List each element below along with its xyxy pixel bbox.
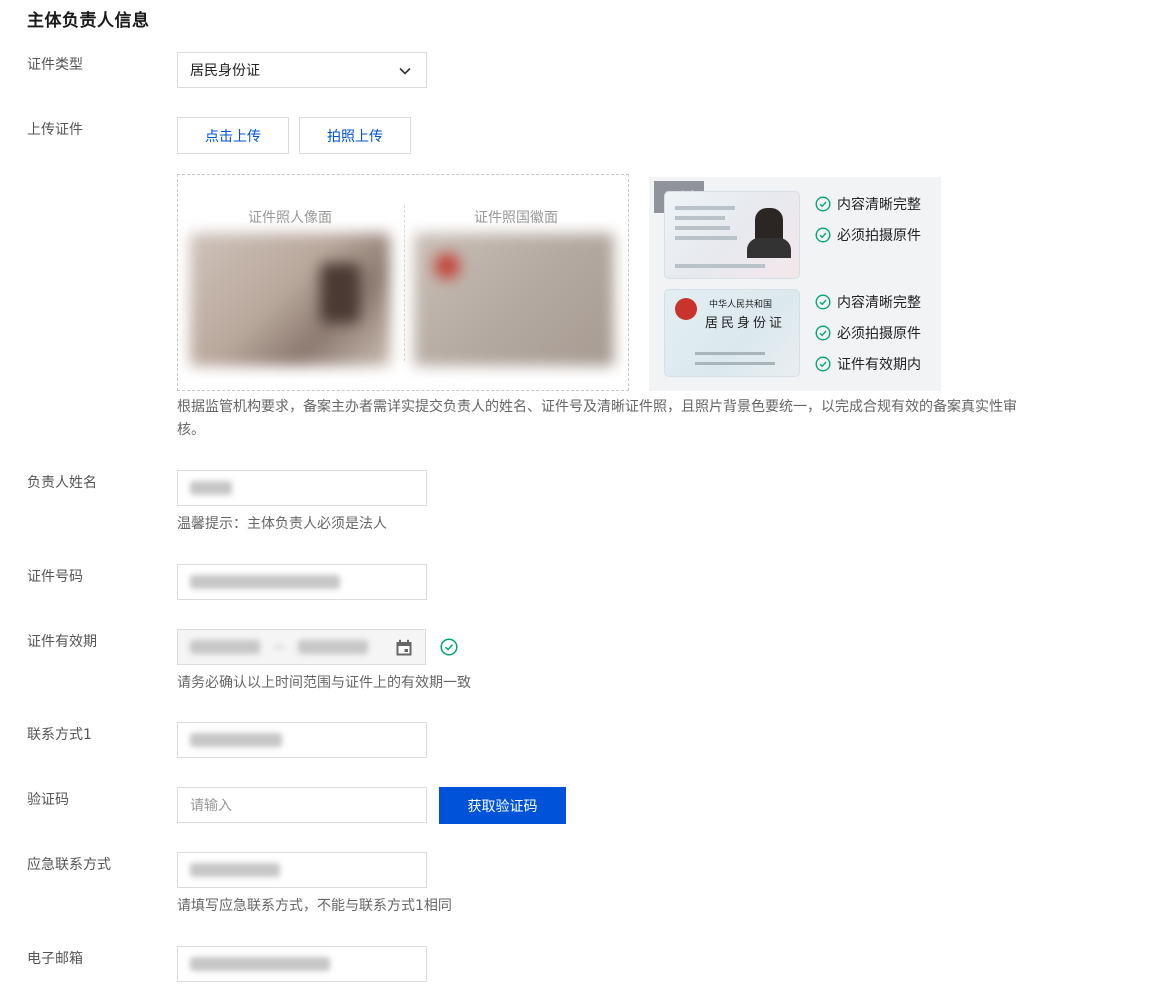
section-title: 主体负责人信息	[27, 11, 150, 31]
card-back-title: 中华人民共和国	[709, 300, 773, 310]
check-circle-icon	[815, 325, 831, 341]
check-circle-icon	[815, 227, 831, 243]
cert-number-redacted	[190, 575, 340, 589]
click-upload-button[interactable]: 点击上传	[177, 117, 289, 154]
validity-hint: 请务必确认以上时间范围与证件上的有效期一致	[177, 675, 471, 691]
verify-code-input[interactable]: 请输入	[177, 787, 427, 823]
validity-label: 证件有效期	[27, 634, 97, 650]
back-check-3: 证件有效期内	[815, 354, 921, 374]
range-separator	[274, 646, 284, 648]
emblem-icon	[675, 298, 697, 320]
cert-number-label: 证件号码	[27, 569, 83, 585]
name-hint: 温馨提示：主体负责人必须是法人	[177, 516, 387, 532]
emergency-label: 应急联系方式	[27, 857, 111, 873]
emergency-hint: 请填写应急联系方式，不能与联系方式1相同	[177, 898, 452, 914]
upload-label: 上传证件	[27, 122, 83, 138]
verify-label: 验证码	[27, 792, 69, 808]
upload-note: 根据监管机构要求，备案主办者需详实提交负责人的姓名、证件号及清晰证件照，且照片背…	[177, 399, 1017, 438]
name-label: 负责人姓名	[27, 475, 97, 491]
cert-type-value: 居民身份证	[190, 63, 260, 79]
example-card-back: 中华人民共和国 居民身份证	[664, 289, 800, 377]
check-circle-icon	[815, 294, 831, 310]
chevron-down-icon	[398, 64, 412, 82]
cert-number-input[interactable]	[177, 564, 427, 600]
verify-placeholder: 请输入	[190, 798, 232, 814]
contact1-input[interactable]	[177, 722, 427, 758]
validity-date-range[interactable]	[177, 629, 426, 665]
example-panel: 示例 内容清晰完整 必须拍摄原件 中华人民共和国 居民身份证 内容清晰完整 必须…	[649, 177, 941, 391]
check-circle-icon	[815, 196, 831, 212]
get-verify-code-button[interactable]: 获取验证码	[439, 787, 566, 824]
email-input[interactable]	[177, 946, 427, 982]
calendar-icon[interactable]	[395, 639, 413, 661]
front-caption: 证件照人像面	[248, 210, 332, 226]
id-front-image	[190, 233, 390, 366]
front-check-2: 必须拍摄原件	[815, 225, 921, 245]
validity-start-redacted	[190, 640, 260, 654]
upload-divider	[404, 205, 405, 361]
back-caption: 证件照国徽面	[474, 210, 558, 226]
back-check-1: 内容清晰完整	[815, 292, 921, 312]
back-check-2: 必须拍摄原件	[815, 323, 921, 343]
email-redacted	[190, 957, 330, 971]
validity-ok-icon	[440, 638, 458, 660]
email-label: 电子邮箱	[27, 951, 83, 967]
name-input[interactable]	[177, 470, 427, 506]
check-circle-icon	[815, 356, 831, 372]
id-back-image	[414, 233, 614, 366]
cert-type-select[interactable]: 居民身份证	[177, 52, 427, 88]
cert-type-label: 证件类型	[27, 57, 83, 73]
emergency-input[interactable]	[177, 852, 427, 888]
contact1-redacted	[190, 733, 282, 747]
example-card-front	[664, 191, 800, 279]
card-back-subtitle: 居民身份证	[705, 316, 786, 331]
upload-dropzone[interactable]: 证件照人像面 证件照国徽面	[177, 174, 629, 391]
validity-end-redacted	[298, 640, 368, 654]
emergency-redacted	[190, 863, 280, 877]
contact1-label: 联系方式1	[27, 727, 92, 743]
photo-upload-button[interactable]: 拍照上传	[299, 117, 411, 154]
front-check-1: 内容清晰完整	[815, 194, 921, 214]
name-value-redacted	[190, 481, 232, 495]
